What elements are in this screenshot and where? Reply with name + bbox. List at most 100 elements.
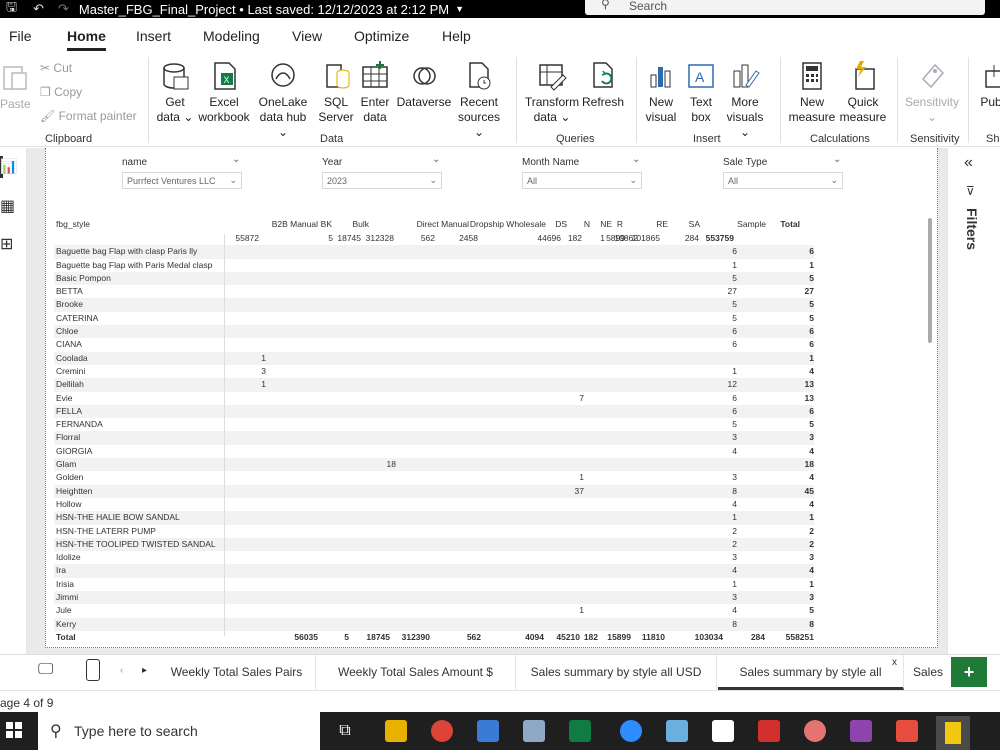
matrix-row-label[interactable]: Brooke	[56, 299, 83, 309]
copy-button[interactable]: ❐ Copy	[40, 85, 82, 99]
matrix-column-header[interactable]: Direct Manual	[417, 219, 469, 229]
slicer-dropdown[interactable]: All ⌄	[522, 172, 642, 189]
vertical-scrollbar[interactable]	[928, 218, 932, 343]
matrix-row-label[interactable]: Kerry	[56, 619, 76, 629]
chrome-icon[interactable]	[431, 720, 453, 742]
matrix-row-label[interactable]: Baguette bag Flap with Paris Medal clasp	[56, 260, 212, 270]
matrix-row-label[interactable]: Irisia	[56, 579, 74, 589]
excel-workbook-button[interactable]: X Excel workbook	[196, 61, 252, 125]
slicer-sale-type[interactable]: Sale Type ⌄ All ⌄	[723, 154, 843, 189]
task-view-icon[interactable]: ⧉	[334, 720, 356, 742]
menu-modeling[interactable]: Modeling	[203, 28, 260, 44]
matrix-row-label[interactable]: GIORGIA	[56, 446, 92, 456]
excel-taskbar-icon[interactable]	[569, 720, 591, 742]
quick-measure-button[interactable]: Quick measure	[838, 61, 888, 125]
menu-view[interactable]: View	[292, 28, 322, 44]
close-tab-icon[interactable]: x	[892, 657, 897, 668]
matrix-row-label[interactable]: Jule	[56, 605, 72, 615]
text-box-button[interactable]: A Text box	[684, 61, 718, 125]
chevron-down-icon[interactable]: ⌄	[232, 154, 240, 165]
slicer-dropdown[interactable]: All ⌄	[723, 172, 843, 189]
menu-file[interactable]: File	[9, 28, 32, 44]
scroll-left-icon[interactable]: ‹	[120, 665, 123, 676]
paste-button[interactable]: Paste	[0, 63, 31, 112]
sql-server-button[interactable]: SQL Server	[316, 61, 356, 125]
file-explorer-icon[interactable]	[385, 720, 407, 742]
matrix-row-label[interactable]: Baguette bag Flap with clasp Paris lly	[56, 246, 197, 256]
slicer-dropdown[interactable]: Purrfect Ventures LLC ⌄	[122, 172, 242, 189]
sensitivity-button[interactable]: Sensitivity ⌄	[903, 61, 961, 125]
menu-help[interactable]: Help	[442, 28, 471, 44]
chevron-down-icon[interactable]: ⌄	[632, 154, 640, 165]
windows-start-icon[interactable]	[6, 722, 22, 741]
matrix-row-label[interactable]: FELLA	[56, 406, 82, 416]
matrix-column-header[interactable]: SA	[689, 219, 700, 229]
new-visual-button[interactable]: New visual	[642, 61, 680, 125]
matrix-visual[interactable]: fbg_style B2B Manual BK Bulk Direct Manual Dr…	[54, 218, 814, 644]
zoom-icon[interactable]	[620, 720, 642, 742]
matrix-row-label[interactable]: Heightten	[56, 486, 92, 496]
tab-sales-summary-usd[interactable]: Sales summary by style all USD	[516, 655, 717, 690]
matrix-row-label[interactable]: Basic Pompon	[56, 273, 111, 283]
chevron-down-icon[interactable]: ⌄	[833, 154, 841, 165]
save-icon[interactable]: 🖫	[6, 0, 17, 20]
mobile-layout-icon[interactable]	[86, 659, 100, 681]
tab-weekly-total-sales-amount[interactable]: Weekly Total Sales Amount $	[316, 655, 516, 690]
slicer-year[interactable]: Year ⌄ 2023 ⌄	[322, 154, 442, 189]
matrix-row-label[interactable]: HSN-THE HALIE BOW SANDAL	[56, 512, 180, 522]
app-icon[interactable]	[523, 720, 545, 742]
matrix-row-label[interactable]: Idolize	[56, 552, 81, 562]
matrix-row-label[interactable]: HSN-THE LATERR PUMP	[56, 526, 156, 536]
matrix-row-label[interactable]: Cremini	[56, 366, 85, 376]
matrix-column-header[interactable]: Total	[780, 219, 800, 229]
app-icon[interactable]	[896, 720, 918, 742]
outlook-icon[interactable]	[477, 720, 499, 742]
matrix-row-label[interactable]: Jimmi	[56, 592, 78, 602]
menu-home[interactable]: Home	[67, 28, 106, 51]
matrix-row-header[interactable]: fbg_style	[56, 219, 90, 229]
format-painter-button[interactable]: 🖌 Format painter	[40, 109, 137, 123]
visual-studio-icon[interactable]	[850, 720, 872, 742]
power-bi-taskbar-icon[interactable]	[936, 716, 970, 750]
matrix-row-label[interactable]: Chloe	[56, 326, 78, 336]
matrix-column-header[interactable]: DS	[555, 219, 567, 229]
filters-label[interactable]: Filters	[964, 208, 980, 250]
matrix-row-label[interactable]: Florral	[56, 432, 80, 442]
enter-data-button[interactable]: Enter data	[358, 61, 392, 125]
menu-insert[interactable]: Insert	[136, 28, 171, 44]
matrix-row-label[interactable]: Evie	[56, 393, 73, 403]
app-icon[interactable]	[804, 720, 826, 742]
matrix-row-label[interactable]: Ira	[56, 565, 66, 575]
recent-sources-button[interactable]: Recent sources ⌄	[452, 61, 506, 140]
matrix-column-header[interactable]: R	[617, 219, 623, 229]
more-visuals-button[interactable]: More visuals ⌄	[720, 61, 770, 140]
get-data-button[interactable]: Get data ⌄	[154, 61, 196, 125]
report-view-icon[interactable]: 📊	[0, 158, 17, 175]
new-measure-button[interactable]: New measure	[786, 61, 838, 125]
title-dropdown-icon[interactable]: ▼	[455, 4, 464, 14]
matrix-row-label[interactable]: Dellilah	[56, 379, 84, 389]
matrix-row-label[interactable]: FERNANDA	[56, 419, 103, 429]
slicer-name[interactable]: name ⌄ Purrfect Ventures LLC ⌄	[122, 154, 242, 189]
dataverse-button[interactable]: Dataverse	[396, 61, 452, 110]
matrix-column-header[interactable]: Dropship Wholesale	[470, 219, 546, 229]
onelake-data-hub-button[interactable]: OneLake data hub ⌄	[253, 61, 313, 140]
chevron-down-icon[interactable]: ⌄	[432, 154, 440, 165]
undo-icon[interactable]: ↶	[33, 1, 44, 17]
matrix-column-header[interactable]: BK	[321, 219, 332, 229]
matrix-column-header[interactable]: Sample	[737, 219, 766, 229]
matrix-row-label[interactable]: Hollow	[56, 499, 82, 509]
snowflake-icon[interactable]	[666, 720, 688, 742]
redo-icon[interactable]: ↷	[58, 1, 69, 17]
table-view-icon[interactable]: ▦	[0, 196, 15, 216]
matrix-column-header[interactable]: B2B Manual	[272, 219, 318, 229]
matrix-row-label[interactable]: HSN-THE TOOLIPED TWISTED SANDAL	[56, 539, 216, 549]
refresh-button[interactable]: Refresh	[582, 61, 624, 110]
taskbar-search-input[interactable]: ⚲ Type here to search	[38, 712, 320, 750]
search-input[interactable]: ⚲ Search	[585, 0, 985, 15]
model-view-icon[interactable]: ⊞	[0, 234, 13, 254]
scroll-right-icon[interactable]: ▸	[142, 665, 147, 676]
matrix-column-header[interactable]: RE	[656, 219, 668, 229]
menu-optimize[interactable]: Optimize	[354, 28, 409, 44]
desktop-layout-icon[interactable]: 🖵	[38, 661, 53, 679]
